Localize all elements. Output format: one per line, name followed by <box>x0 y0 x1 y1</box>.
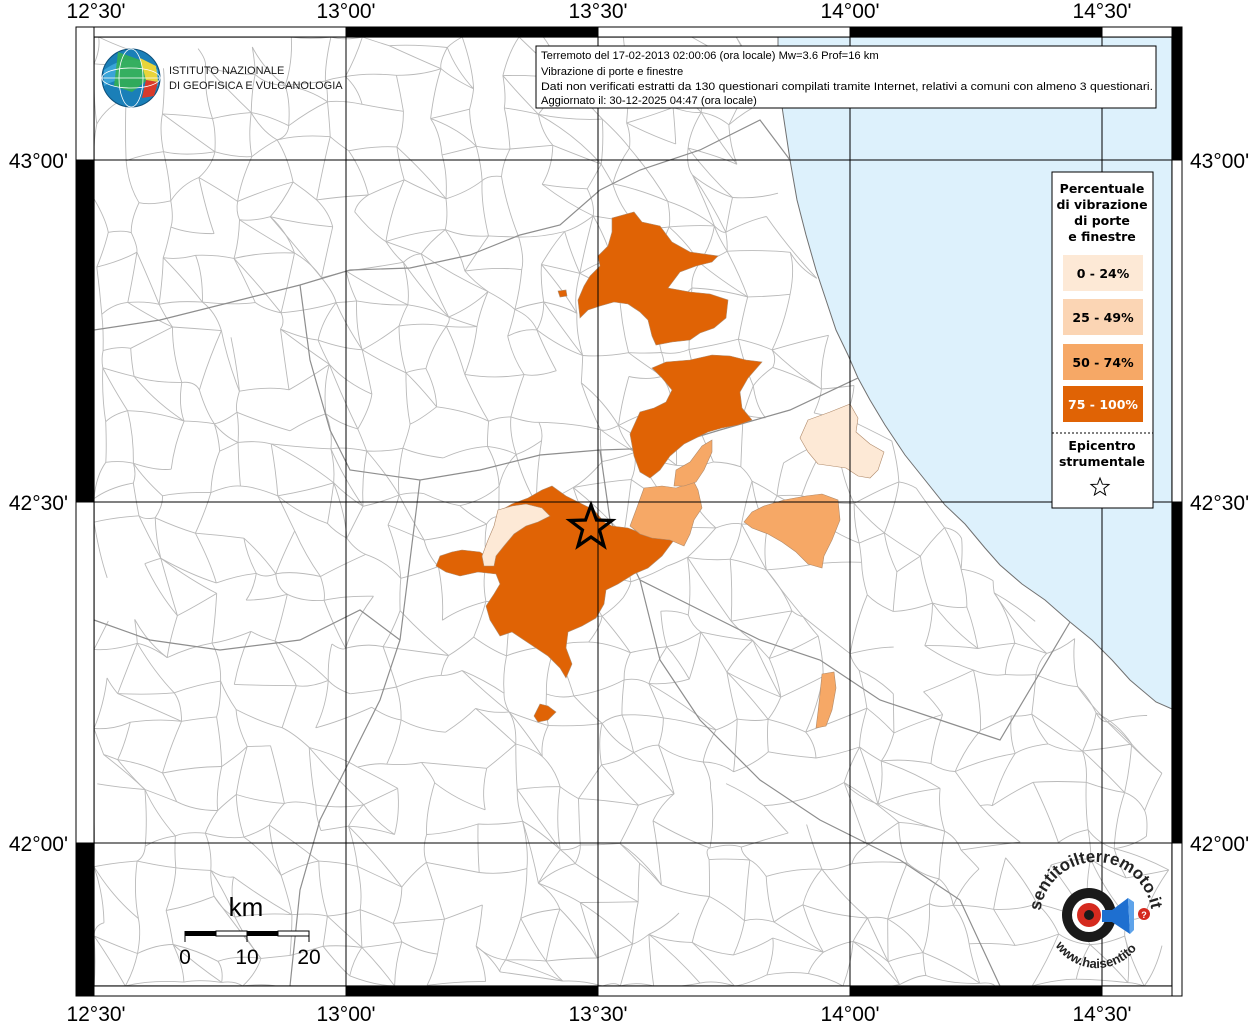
title-box: Terremoto del 17-02-2013 02:00:06 (ora l… <box>535 45 1157 109</box>
lat-label: 42°30' <box>9 492 68 515</box>
lon-label: 14°00' <box>820 0 879 23</box>
event-title: Terremoto del 17-02-2013 02:00:06 (ora l… <box>541 50 879 62</box>
legend-title-line: di vibrazione <box>1056 197 1147 212</box>
update-time: Aggiornato il: 30-12-2025 04:47 (ora loc… <box>541 95 757 107</box>
legend-epicenter-line: Epicentro <box>1068 438 1136 453</box>
scale-unit: km <box>229 892 264 922</box>
legend: Percentuale di vibrazione di porte e fin… <box>1051 171 1154 509</box>
scale-tick-label: 0 <box>179 946 191 969</box>
legend-class-label: 25 - 49% <box>1072 310 1134 325</box>
left-coordinate-labels: 43°00' 42°30' 42°00' <box>9 150 68 856</box>
boundary-segment <box>105 421 107 463</box>
legend-epicenter-line: strumentale <box>1059 454 1145 469</box>
boundary-segment <box>892 693 895 734</box>
lon-label: 12°30' <box>66 1003 125 1024</box>
lon-label: 14°30' <box>1072 0 1131 23</box>
lon-label: 13°30' <box>568 0 627 23</box>
lat-label: 43°00' <box>9 150 68 173</box>
municipality-class-75-100 <box>557 289 568 298</box>
scale-tick-label: 10 <box>235 946 258 969</box>
data-note: Dati non verificati estratti da 130 ques… <box>541 81 1153 93</box>
lon-label: 13°30' <box>568 1003 627 1024</box>
scale-tick-label: 20 <box>297 946 320 969</box>
lon-label: 13°00' <box>316 1003 375 1024</box>
legend-title-line: e finestre <box>1068 229 1136 244</box>
right-coordinate-labels: 43°00' 42°30' 42°00' <box>1190 150 1249 856</box>
lon-label: 14°00' <box>820 1003 879 1024</box>
legend-class-25-49: 25 - 49% <box>1063 299 1143 335</box>
legend-title-line: Percentuale <box>1060 181 1145 196</box>
lon-label: 12°30' <box>66 0 125 23</box>
legend-class-0-24: 0 - 24% <box>1063 255 1143 291</box>
legend-class-75-100: 75 - 100% <box>1063 386 1143 422</box>
boundary-segment <box>1005 674 1036 676</box>
lat-label: 42°00' <box>1190 833 1249 856</box>
top-coordinate-labels: 12°30' 13°00' 13°30' 14°00' 14°30' <box>66 0 1131 23</box>
lat-label: 42°00' <box>9 833 68 856</box>
lon-label: 14°30' <box>1072 1003 1131 1024</box>
logo-line-2: DI GEOFISICA E VULCANOLOGIA <box>169 80 343 92</box>
lat-label: 43°00' <box>1190 150 1249 173</box>
map-subject: Vibrazione di porte e finestre <box>541 66 683 78</box>
intensity-map: 12°30' 13°00' 13°30' 14°00' 14°30' 12°30… <box>9 0 1249 1024</box>
legend-class-label: 75 - 100% <box>1068 397 1138 412</box>
bottom-coordinate-labels: 12°30' 13°00' 13°30' 14°00' 14°30' <box>66 1003 1131 1024</box>
legend-class-label: 0 - 24% <box>1077 266 1130 281</box>
logo-line-1: ISTITUTO NAZIONALE <box>169 65 284 77</box>
legend-class-50-74: 50 - 74% <box>1063 344 1143 380</box>
question-icon-glyph: ? <box>1141 910 1147 920</box>
legend-title-line: di porte <box>1074 213 1130 228</box>
globe-icon <box>101 48 161 108</box>
legend-class-label: 50 - 74% <box>1072 355 1134 370</box>
lat-label: 42°30' <box>1190 492 1249 515</box>
lon-label: 13°00' <box>316 0 375 23</box>
